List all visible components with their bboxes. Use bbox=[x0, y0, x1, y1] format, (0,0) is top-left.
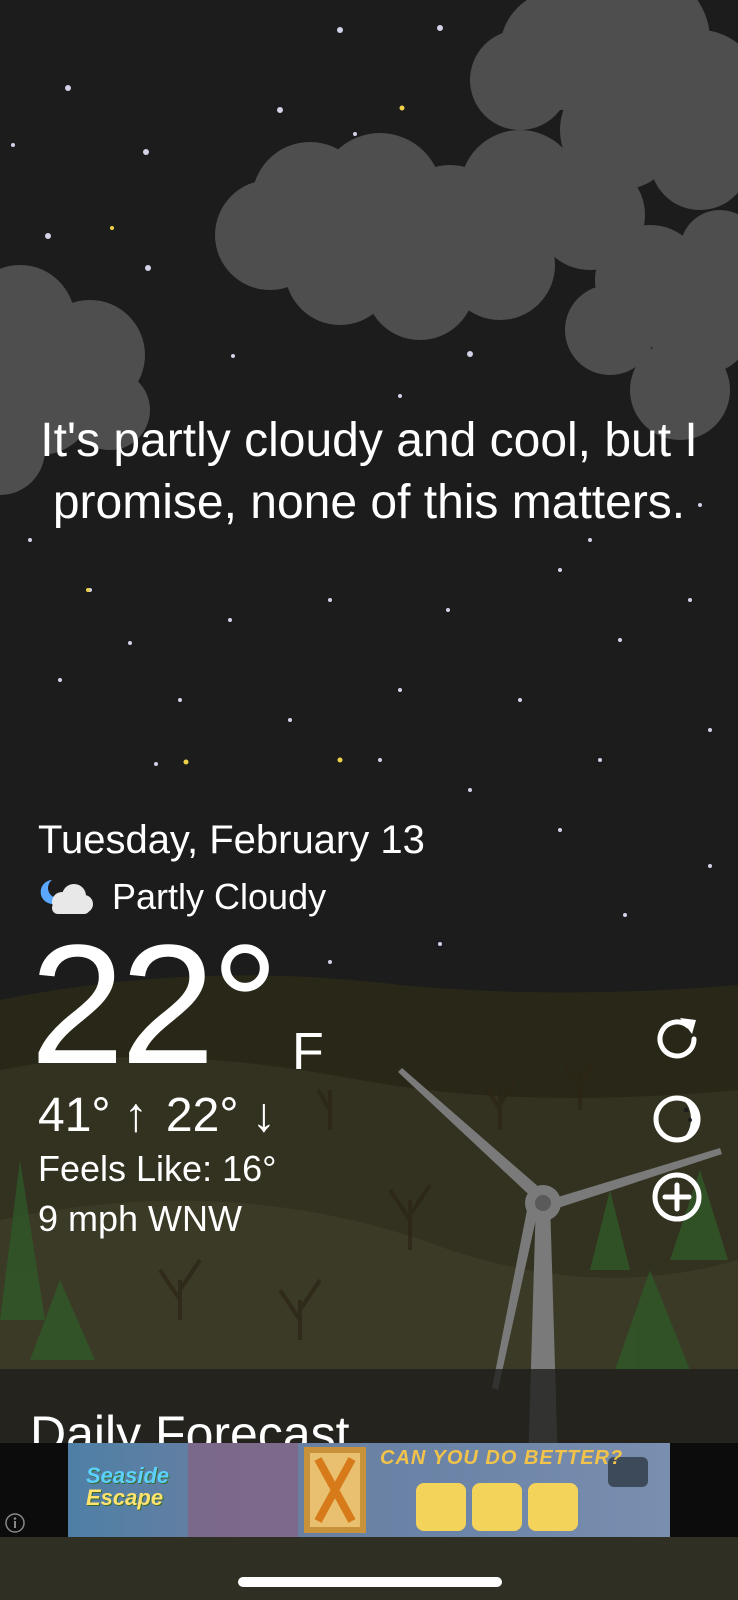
add-location-button[interactable] bbox=[650, 1170, 704, 1224]
add-location-icon bbox=[652, 1172, 702, 1222]
daily-forecast-section[interactable]: Daily Forecast bbox=[0, 1369, 738, 1443]
refresh-button[interactable] bbox=[650, 1012, 704, 1066]
low-temp: 22° ↓ bbox=[165, 1089, 276, 1142]
feels-like: Feels Like: 16° bbox=[38, 1148, 277, 1189]
high-temp: 41° ↑ bbox=[38, 1089, 148, 1142]
refresh-icon bbox=[657, 1018, 697, 1059]
info-icon[interactable] bbox=[4, 1512, 26, 1534]
home-indicator[interactable] bbox=[238, 1577, 502, 1587]
ad-headline: CAN YOU DO BETTER? bbox=[380, 1447, 624, 1469]
ad-container: Seaside Escape CAN YOU DO BETTER? bbox=[0, 1443, 738, 1537]
daily-forecast-title: Daily Forecast bbox=[30, 1406, 350, 1443]
ad-brand: Seaside Escape bbox=[86, 1465, 169, 1509]
moon-phase-button[interactable] bbox=[650, 1092, 704, 1146]
moon-phase-icon bbox=[653, 1095, 701, 1143]
weather-quote: It's partly cloudy and cool, but I promi… bbox=[40, 414, 698, 529]
wind-speed: 9 mph WNW bbox=[38, 1198, 243, 1239]
current-temperature: 22° bbox=[30, 910, 279, 1100]
ad-brand-line1: Seaside bbox=[86, 1463, 170, 1488]
weather-scene-background bbox=[0, 0, 738, 1600]
temperature-unit[interactable]: F bbox=[292, 1022, 324, 1082]
forecast-date: Tuesday, February 13 bbox=[38, 818, 425, 862]
bottom-safe-area bbox=[0, 1537, 738, 1600]
ad-brand-line2: Escape bbox=[86, 1485, 164, 1510]
ad-banner[interactable]: Seaside Escape CAN YOU DO BETTER? bbox=[68, 1443, 670, 1537]
high-low-temps: 41° ↑ 22° ↓ bbox=[38, 1088, 276, 1143]
